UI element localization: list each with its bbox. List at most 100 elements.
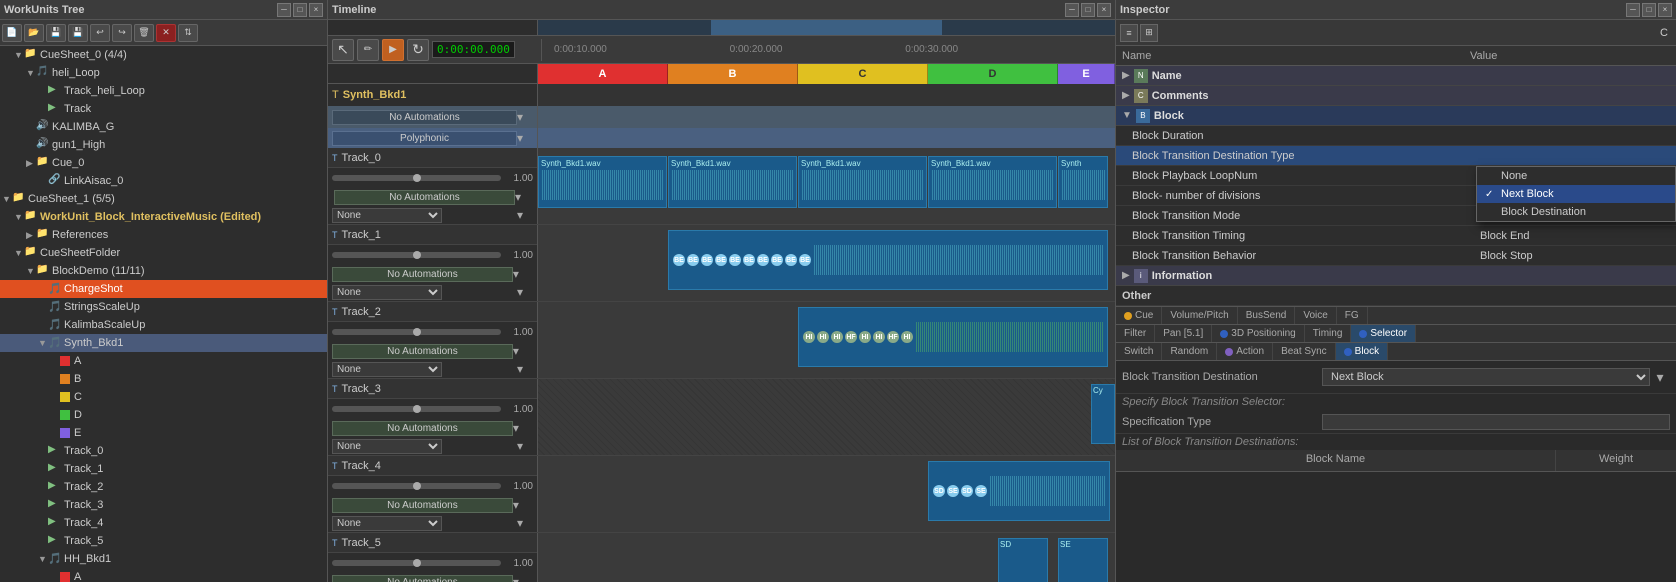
dropdown-arrow-track1[interactable]: ▾ (513, 267, 529, 281)
dropdown-item-next-block[interactable]: ✓ Next Block (1477, 185, 1675, 203)
tree-item-block-c[interactable]: C (0, 388, 327, 406)
tree-item-block-a[interactable]: A (0, 352, 327, 370)
timeline-close-btn[interactable]: × (1097, 3, 1111, 17)
tree-item-kalimba[interactable]: 🔊 KALIMBA_G (0, 118, 327, 136)
tree-item-hh-bkd1[interactable]: ▼ 🎵 HH_Bkd1 (0, 550, 327, 568)
tree-item-references[interactable]: ▶ 📁 References (0, 226, 327, 244)
prop-block-transition-timing[interactable]: Block Transition Timing Block End (1116, 226, 1676, 246)
undo-btn[interactable]: ↩ (90, 24, 110, 42)
track5-volume-thumb[interactable] (413, 559, 421, 567)
audio-block-e1[interactable]: Synth (1058, 156, 1108, 208)
tree-item-track[interactable]: ▶ Track (0, 100, 327, 118)
tree-item-block-b[interactable]: B (0, 370, 327, 388)
letter-block-c[interactable]: C (798, 64, 928, 84)
delete-btn[interactable]: 🗑 (134, 24, 154, 42)
dropdown-arrow-track3[interactable]: ▾ (513, 421, 529, 435)
track2-volume-thumb[interactable] (413, 328, 421, 336)
insp-list-btn[interactable]: ≡ (1120, 24, 1138, 42)
track2-none-select[interactable]: None (332, 362, 442, 377)
tab-cue[interactable]: Cue (1116, 307, 1162, 324)
letter-block-d[interactable]: D (928, 64, 1058, 84)
no-automations-track2[interactable]: No Automations (332, 344, 513, 359)
tree-item-stringsscaleup[interactable]: 🎵 StringsScaleUp (0, 298, 327, 316)
track1-none-select[interactable]: None (332, 285, 442, 300)
polyphonic-label[interactable]: Polyphonic (332, 131, 517, 146)
dropdown-item-block-dest[interactable]: Block Destination (1477, 203, 1675, 221)
block-transition-dest-arrow[interactable]: ▾ (1650, 369, 1670, 386)
midi-block-track5-2[interactable]: SE (1058, 538, 1108, 582)
tree-item-track-heli[interactable]: ▶ Track_heli_Loop (0, 82, 327, 100)
save-btn[interactable]: 💾 (46, 24, 66, 42)
midi-block-track1[interactable]: BE BE BE BE BE BE BE BE BE BE (668, 230, 1108, 290)
no-automations-track1[interactable]: No Automations (332, 267, 513, 282)
block-dest-type-dropdown[interactable]: None ✓ Next Block Block Destination (1476, 166, 1676, 222)
prop-block-transition-behavior[interactable]: Block Transition Behavior Block Stop (1116, 246, 1676, 266)
dropdown-arrow-track2[interactable]: ▾ (513, 344, 529, 358)
dropdown-arrow-track4[interactable]: ▾ (513, 498, 529, 512)
midi-block-track5-1[interactable]: SD (998, 538, 1048, 582)
dropdown-item-none[interactable]: None (1477, 167, 1675, 185)
insp-grid-btn[interactable]: ⊞ (1140, 24, 1158, 42)
no-automations-track0[interactable]: No Automations (334, 190, 515, 205)
tree-item-track2-1[interactable]: ▶ Track_2 (0, 478, 327, 496)
section-information[interactable]: ▶ i Information (1116, 266, 1676, 286)
track0-volume-thumb[interactable] (413, 174, 421, 182)
prop-block-transition-dest-type[interactable]: Block Transition Destination Type None ✓… (1116, 146, 1676, 166)
pencil-tool-btn[interactable]: ✏ (357, 39, 379, 61)
inspector-close-btn[interactable]: × (1658, 3, 1672, 17)
midi-block-track3-partial[interactable]: Cy (1091, 384, 1115, 444)
track1-volume-thumb[interactable] (413, 251, 421, 259)
letter-block-a[interactable]: A (538, 64, 668, 84)
dropdown-arrow-synth[interactable]: ▾ (517, 110, 533, 124)
block-transition-dest-select[interactable]: Next Block (1322, 368, 1650, 386)
section-comments[interactable]: ▶ C Comments (1116, 86, 1676, 106)
tree-item-gun1[interactable]: 🔊 gun1_High (0, 136, 327, 154)
tree-item-cuesheetfolder[interactable]: ▼ 📁 CueSheetFolder (0, 244, 327, 262)
timeline-min-btn[interactable]: ─ (1065, 3, 1079, 17)
dropdown-arrow-none-track3[interactable]: ▾ (517, 439, 533, 453)
tab-volume-pitch[interactable]: Volume/Pitch (1162, 307, 1237, 324)
tree-item-synth-bkd1[interactable]: ▼ 🎵 Synth_Bkd1 (0, 334, 327, 352)
tab-timing[interactable]: Timing (1305, 325, 1352, 342)
tree-item-block-e[interactable]: E (0, 424, 327, 442)
tree-item-hh-a[interactable]: A (0, 568, 327, 582)
tab-random[interactable]: Random (1162, 343, 1217, 360)
letter-block-e[interactable]: E (1058, 64, 1115, 84)
audio-block-d1[interactable]: Synth_Bkd1.wav (928, 156, 1057, 208)
timeline-max-btn[interactable]: □ (1081, 3, 1095, 17)
tab-filter[interactable]: Filter (1116, 325, 1155, 342)
section-name[interactable]: ▶ N Name (1116, 66, 1676, 86)
tree-item-workunit-block[interactable]: ▼ 📁 WorkUnit_Block_InteractiveMusic (Edi… (0, 208, 327, 226)
tree-item-blockdemo[interactable]: ▼ 📁 BlockDemo (11/11) (0, 262, 327, 280)
tree-item-track3-1[interactable]: ▶ Track_3 (0, 496, 327, 514)
track3-none-select[interactable]: None (332, 439, 442, 454)
tab-beat-sync[interactable]: Beat Sync (1273, 343, 1336, 360)
midi-block-track4[interactable]: SD SE SD SE (928, 461, 1110, 521)
tree-item-cuesheet0[interactable]: ▼ 📁 CueSheet_0 (4/4) (0, 46, 327, 64)
audio-block-a1[interactable]: Synth_Bkd1.wav (538, 156, 667, 208)
sort-btn[interactable]: ⇅ (178, 24, 198, 42)
no-automations-synth[interactable]: No Automations (332, 110, 517, 125)
inspector-min-btn[interactable]: ─ (1626, 3, 1640, 17)
dropdown-arrow-poly[interactable]: ▾ (517, 131, 533, 145)
select-tool-btn[interactable]: ↖ (332, 39, 354, 61)
dropdown-arrow-none-track2[interactable]: ▾ (517, 362, 533, 376)
letter-block-b[interactable]: B (668, 64, 798, 84)
tab-selector[interactable]: Selector (1351, 325, 1416, 342)
tab-action[interactable]: Action (1217, 343, 1273, 360)
tab-voice[interactable]: Voice (1295, 307, 1336, 324)
track3-volume-thumb[interactable] (413, 405, 421, 413)
tracks-area[interactable]: T Synth_Bkd1 No Automations ▾ Polyphonic (328, 84, 1115, 582)
tree-item-heli-loop[interactable]: ▼ 🎵 heli_Loop (0, 64, 327, 82)
tab-switch[interactable]: Switch (1116, 343, 1162, 360)
workunit-max-btn[interactable]: □ (293, 3, 307, 17)
play-btn[interactable]: ▶ (382, 39, 404, 61)
tab-bus-send[interactable]: BusSend (1238, 307, 1296, 324)
tree-item-block-d[interactable]: D (0, 406, 327, 424)
open-btn[interactable]: 📂 (24, 24, 44, 42)
tab-pan[interactable]: Pan [5.1] (1155, 325, 1212, 342)
tab-3d-pos[interactable]: 3D Positioning (1212, 325, 1304, 342)
workunit-close-btn[interactable]: × (309, 3, 323, 17)
section-block[interactable]: ▼ B Block (1116, 106, 1676, 126)
tree-item-track4-1[interactable]: ▶ Track_4 (0, 514, 327, 532)
